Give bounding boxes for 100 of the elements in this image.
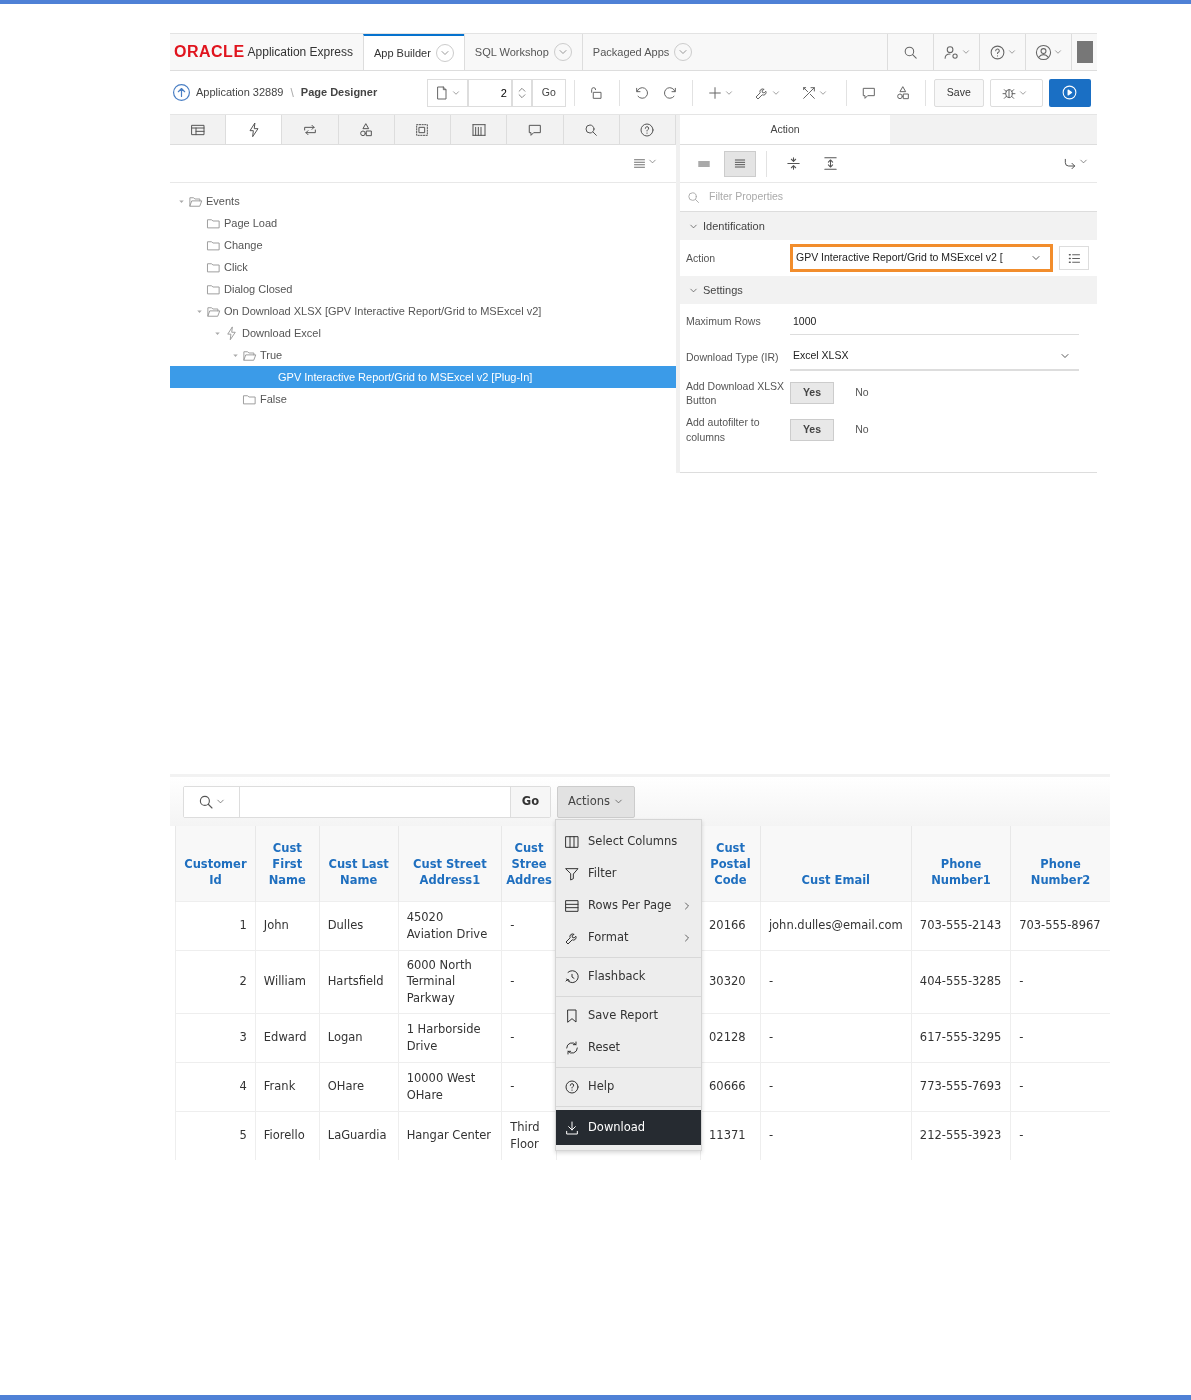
- table-cell: 11371: [709, 1128, 746, 1143]
- avatar-icon: [1034, 43, 1052, 61]
- tools-icon: [800, 84, 817, 101]
- play-icon: [1061, 84, 1079, 101]
- help-icon: [639, 121, 656, 138]
- panel-tab[interactable]: [226, 115, 283, 144]
- table-cell: -: [510, 974, 515, 989]
- table-cell: 5: [239, 1128, 247, 1143]
- nav-tab[interactable]: SQL Workshop: [463, 34, 582, 70]
- filter-icon: [564, 866, 580, 882]
- property-label: Maximum Rows: [686, 314, 762, 329]
- tree-node[interactable]: False: [260, 390, 287, 408]
- menu-item[interactable]: Save Report: [556, 1000, 701, 1032]
- menu-item[interactable]: Help: [556, 1071, 701, 1103]
- application-link[interactable]: Application 32889: [196, 84, 284, 101]
- table-cell: John: [263, 918, 289, 933]
- table-cell: -: [768, 1079, 774, 1094]
- page-number-field[interactable]: 2: [467, 78, 512, 107]
- table-cell: 773-555-7693: [919, 1079, 1002, 1094]
- menu-item[interactable]: Rows Per Page: [556, 890, 701, 922]
- refresh-icon: [564, 1040, 580, 1056]
- table-cell: Dulles: [327, 918, 364, 933]
- shapes-icon: [894, 84, 911, 101]
- go-button[interactable]: Go: [531, 78, 566, 107]
- page-title: Page Designer: [300, 85, 379, 101]
- view-menu-button[interactable]: [632, 156, 658, 171]
- list-button[interactable]: [1059, 246, 1089, 270]
- redo-icon: [661, 84, 678, 101]
- table-cell: -: [768, 1128, 774, 1143]
- table-cell: 212-555-3923: [919, 1128, 1002, 1143]
- property-label: Add autofilter to columns: [686, 415, 761, 444]
- search-icon: [686, 189, 701, 205]
- table-cell: -: [768, 974, 774, 989]
- debug-button[interactable]: [989, 78, 1043, 107]
- table-cell: William: [263, 974, 306, 989]
- lightning-icon: [224, 325, 239, 341]
- property-label: Download Type (IR): [686, 349, 780, 365]
- actions-button[interactable]: Actions: [557, 785, 635, 818]
- group-header[interactable]: Settings: [680, 276, 1097, 304]
- run-button[interactable]: [1048, 78, 1091, 107]
- nav-tab[interactable]: Packaged Apps: [581, 34, 703, 70]
- table-cell: Edward: [263, 1030, 307, 1045]
- table-cell: Third Floor: [510, 1120, 540, 1151]
- table-cell: Frank: [263, 1079, 296, 1094]
- tree-node[interactable]: Dialog Closed: [224, 280, 293, 298]
- select-field[interactable]: GPV Interactive Report/Grid to MSExcel v2 [: [790, 244, 1053, 272]
- caret-icon: [1006, 47, 1017, 57]
- table-cell: 3: [239, 1030, 247, 1045]
- bookmark-icon: [564, 1008, 580, 1024]
- caret-icon: [960, 47, 971, 57]
- region-icon: [414, 121, 431, 138]
- help-icon: [988, 43, 1006, 61]
- table-cell: -: [1019, 1128, 1024, 1143]
- property-label: Action: [686, 250, 717, 266]
- menu-item[interactable]: Reset: [556, 1032, 701, 1064]
- select-field[interactable]: Excel XLSX: [790, 343, 1079, 371]
- menu-item[interactable]: Download: [556, 1110, 701, 1145]
- expand-all-icon[interactable]: [822, 155, 839, 172]
- collapse-all-icon[interactable]: [785, 155, 802, 172]
- download-icon: [564, 1119, 580, 1136]
- property-label: Add Download XLSX Button: [686, 379, 786, 408]
- tree-node[interactable]: True: [260, 346, 283, 364]
- table-cell: 404-555-3285: [919, 974, 1002, 989]
- view-toggle[interactable]: [724, 150, 756, 177]
- tree-node[interactable]: Download Excel: [242, 324, 321, 342]
- user-gear-icon: [942, 43, 960, 61]
- table-cell: -: [1019, 974, 1024, 989]
- lock-icon: [588, 84, 605, 101]
- table-cell: LaGuardia: [327, 1128, 387, 1143]
- undo-icon: [633, 84, 650, 101]
- table-cell: Fiorello: [263, 1128, 305, 1143]
- tree-node[interactable]: Click: [224, 258, 248, 276]
- toggle-option[interactable]: No: [840, 418, 884, 441]
- columns-icon: [564, 834, 580, 850]
- spinner-button[interactable]: [511, 78, 532, 107]
- menu-item[interactable]: Flashback: [556, 961, 701, 993]
- table-cell: 45020 Aviation Drive: [406, 909, 488, 941]
- nav-tab[interactable]: App Builder: [362, 34, 464, 70]
- tree-node[interactable]: Events: [206, 192, 240, 210]
- menu-item[interactable]: Select Columns: [556, 826, 701, 858]
- page-menu-button[interactable]: [426, 78, 468, 107]
- toggle-option[interactable]: Yes: [790, 418, 834, 441]
- plus-icon: [706, 84, 723, 101]
- table-cell: 2: [239, 974, 247, 989]
- table-cell: 60666: [709, 1079, 746, 1094]
- panel-tab[interactable]: Action: [680, 115, 890, 144]
- table-cell: 1 Harborside Drive: [406, 1021, 481, 1053]
- logo-icon: [1076, 41, 1093, 63]
- tree-node[interactable]: On Download XLSX [GPV Interactive Report/Grid to MSExcel v2]: [224, 302, 542, 320]
- tree-node[interactable]: Change: [224, 236, 263, 254]
- table-cell: 6000 North Terminal Parkway: [406, 957, 472, 1005]
- tree-node[interactable]: Page Load: [224, 214, 278, 232]
- table-cell: 1: [239, 918, 247, 933]
- save-button[interactable]: Save: [933, 78, 984, 107]
- menu-icon: [632, 156, 647, 171]
- group-header[interactable]: Identification: [680, 212, 1097, 240]
- toggle-option[interactable]: Yes: [790, 382, 834, 405]
- menu-item[interactable]: Format: [556, 922, 701, 954]
- toggle-option[interactable]: No: [840, 382, 884, 405]
- menu-item[interactable]: Filter: [556, 858, 701, 890]
